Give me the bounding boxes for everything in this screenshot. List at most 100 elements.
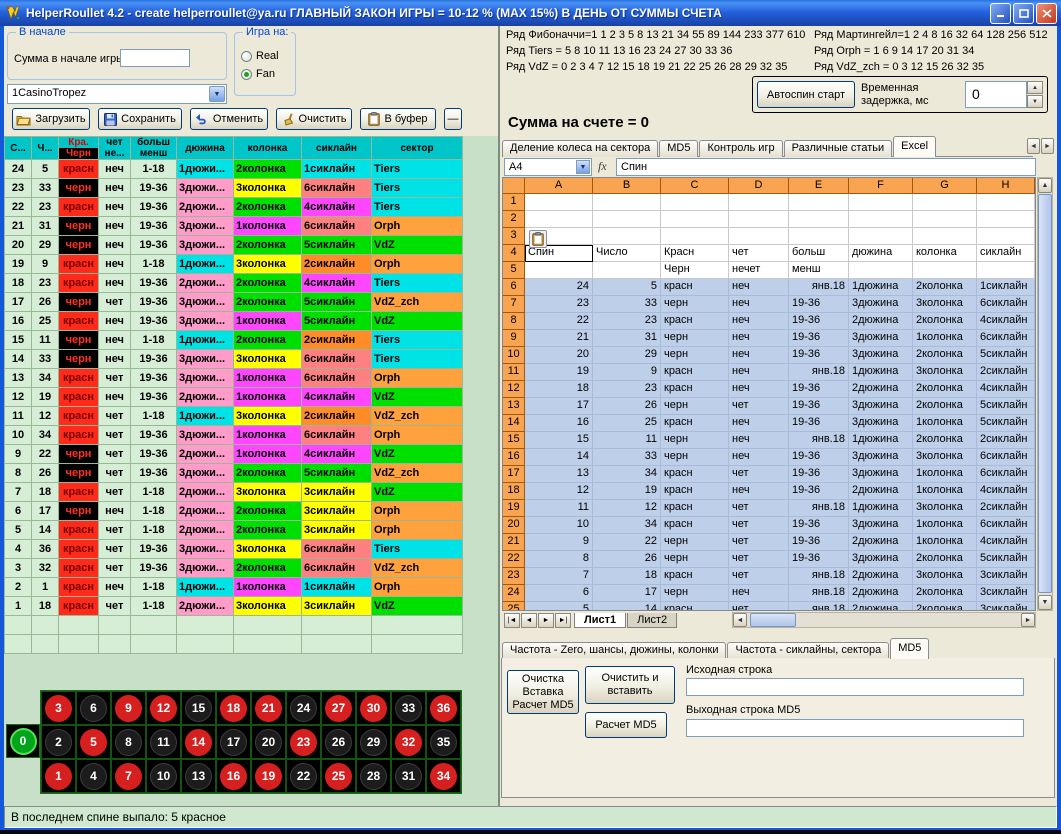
excel-cell-A14[interactable]: 16 (525, 415, 593, 432)
excel-cell-F5[interactable] (849, 262, 913, 279)
scrollbar-thumb[interactable] (1038, 194, 1052, 593)
sheet-prev-icon[interactable]: ◄ (521, 613, 537, 628)
excel-cell-B9[interactable]: 31 (593, 330, 661, 347)
formula-bar[interactable]: Спин (616, 158, 1036, 176)
excel-cell-G9[interactable]: 1колонка (913, 330, 977, 347)
main-tab-4[interactable]: Различные статьи (784, 140, 893, 157)
excel-cell-D24[interactable]: неч (729, 585, 789, 602)
excel-cell-B17[interactable]: 34 (593, 466, 661, 483)
excel-cell-E2[interactable] (789, 211, 849, 228)
excel-cell-G8[interactable]: 2колонка (913, 313, 977, 330)
excel-cell-F11[interactable]: 1дюжина (849, 364, 913, 381)
excel-cell-E3[interactable] (789, 228, 849, 245)
scroll-left-icon[interactable]: ◄ (733, 613, 747, 627)
excel-cell-E18[interactable]: 19-36 (789, 483, 849, 500)
excel-cell-B4[interactable]: Число (593, 245, 661, 262)
md5-multi-button[interactable]: Очистка Вставка Расчет MD5 (507, 670, 579, 714)
board-cell-14[interactable]: 14 (181, 725, 216, 759)
excel-cell-A22[interactable]: 8 (525, 551, 593, 568)
excel-cell-F17[interactable]: 3дюжина (849, 466, 913, 483)
sheet-last-icon[interactable]: ►| (555, 613, 571, 628)
excel-cell-H14[interactable]: 5сиклайн (977, 415, 1035, 432)
excel-col-header-G[interactable]: G (913, 178, 977, 194)
main-tab-1[interactable]: Деление колеса на сектора (502, 140, 658, 157)
excel-cell-A10[interactable]: 20 (525, 347, 593, 364)
md5-calc-button[interactable]: Расчет MD5 (585, 712, 667, 738)
excel-cell-B2[interactable] (593, 211, 661, 228)
board-cell-28[interactable]: 28 (356, 759, 391, 793)
excel-row-header-9[interactable]: 9 (503, 330, 525, 347)
excel-cell-A17[interactable]: 13 (525, 466, 593, 483)
excel-cell-F22[interactable]: 3дюжина (849, 551, 913, 568)
excel-row-header-8[interactable]: 8 (503, 313, 525, 330)
excel-cell-G22[interactable]: 2колонка (913, 551, 977, 568)
excel-cell-C9[interactable]: черн (661, 330, 729, 347)
chevron-down-icon[interactable]: ▼ (576, 160, 590, 174)
excel-cell-B10[interactable]: 29 (593, 347, 661, 364)
excel-cell-C25[interactable]: красн (661, 602, 729, 611)
excel-cell-D3[interactable] (729, 228, 789, 245)
board-cell-24[interactable]: 24 (286, 691, 321, 725)
excel-cell-D4[interactable]: чет (729, 245, 789, 262)
board-cell-5[interactable]: 5 (76, 725, 111, 759)
excel-cell-F7[interactable]: 3дюжина (849, 296, 913, 313)
excel-cell-E7[interactable]: 19-36 (789, 296, 849, 313)
excel-cell-C13[interactable]: черн (661, 398, 729, 415)
excel-cell-H1[interactable] (977, 194, 1035, 211)
insert-function-icon[interactable]: fx (598, 159, 614, 174)
excel-cell-D8[interactable]: неч (729, 313, 789, 330)
board-cell-29[interactable]: 29 (356, 725, 391, 759)
excel-cell-D19[interactable]: чет (729, 500, 789, 517)
excel-row-header-1[interactable]: 1 (503, 194, 525, 211)
excel-cell-G13[interactable]: 2колонка (913, 398, 977, 415)
excel-cell-E10[interactable]: 19-36 (789, 347, 849, 364)
excel-cell-H2[interactable] (977, 211, 1035, 228)
excel-cell-C24[interactable]: черн (661, 585, 729, 602)
board-cell-8[interactable]: 8 (111, 725, 146, 759)
excel-cell-C16[interactable]: черн (661, 449, 729, 466)
excel-row-header-21[interactable]: 21 (503, 534, 525, 551)
excel-cell-A18[interactable]: 12 (525, 483, 593, 500)
excel-cell-C15[interactable]: черн (661, 432, 729, 449)
excel-cell-B23[interactable]: 18 (593, 568, 661, 585)
excel-cell-E20[interactable]: 19-36 (789, 517, 849, 534)
start-sum-input[interactable] (120, 49, 190, 67)
board-cell-26[interactable]: 26 (321, 725, 356, 759)
excel-cell-C5[interactable]: Черн (661, 262, 729, 279)
excel-cell-B1[interactable] (593, 194, 661, 211)
close-button[interactable] (1036, 3, 1057, 24)
excel-cell-E6[interactable]: янв.18 (789, 279, 849, 296)
paste-options-icon[interactable] (529, 230, 547, 248)
autospin-start-button[interactable]: Автоспин старт (757, 81, 855, 108)
excel-row-header-20[interactable]: 20 (503, 517, 525, 534)
excel-cell-G17[interactable]: 1колонка (913, 466, 977, 483)
excel-cell-E4[interactable]: больш (789, 245, 849, 262)
excel-col-header-B[interactable]: B (593, 178, 661, 194)
excel-cell-D18[interactable]: неч (729, 483, 789, 500)
scroll-down-icon[interactable]: ▼ (1038, 595, 1052, 610)
bottom-tab-2[interactable]: Частота - сиклайны, сектора (727, 642, 889, 659)
excel-cell-D16[interactable]: неч (729, 449, 789, 466)
excel-cell-H7[interactable]: 6сиклайн (977, 296, 1035, 313)
excel-cell-D20[interactable]: чет (729, 517, 789, 534)
board-cell-18[interactable]: 18 (216, 691, 251, 725)
excel-cell-B14[interactable]: 25 (593, 415, 661, 432)
excel-cell-C19[interactable]: красн (661, 500, 729, 517)
excel-cell-H6[interactable]: 1сиклайн (977, 279, 1035, 296)
board-cell-6[interactable]: 6 (76, 691, 111, 725)
excel-cell-H17[interactable]: 6сиклайн (977, 466, 1035, 483)
board-cell-35[interactable]: 35 (426, 725, 461, 759)
excel-row-header-13[interactable]: 13 (503, 398, 525, 415)
board-cell-20[interactable]: 20 (251, 725, 286, 759)
excel-cell-E24[interactable]: янв.18 (789, 585, 849, 602)
excel-cell-D21[interactable]: чет (729, 534, 789, 551)
excel-cell-B19[interactable]: 12 (593, 500, 661, 517)
excel-cell-D9[interactable]: неч (729, 330, 789, 347)
toolbar-button-1[interactable]: Загрузить (12, 108, 90, 130)
excel-cell-F6[interactable]: 1дюжина (849, 279, 913, 296)
excel-cell-E22[interactable]: 19-36 (789, 551, 849, 568)
excel-cell-G24[interactable]: 2колонка (913, 585, 977, 602)
sheet-next-icon[interactable]: ► (538, 613, 554, 628)
excel-cell-C18[interactable]: красн (661, 483, 729, 500)
excel-cell-C21[interactable]: черн (661, 534, 729, 551)
